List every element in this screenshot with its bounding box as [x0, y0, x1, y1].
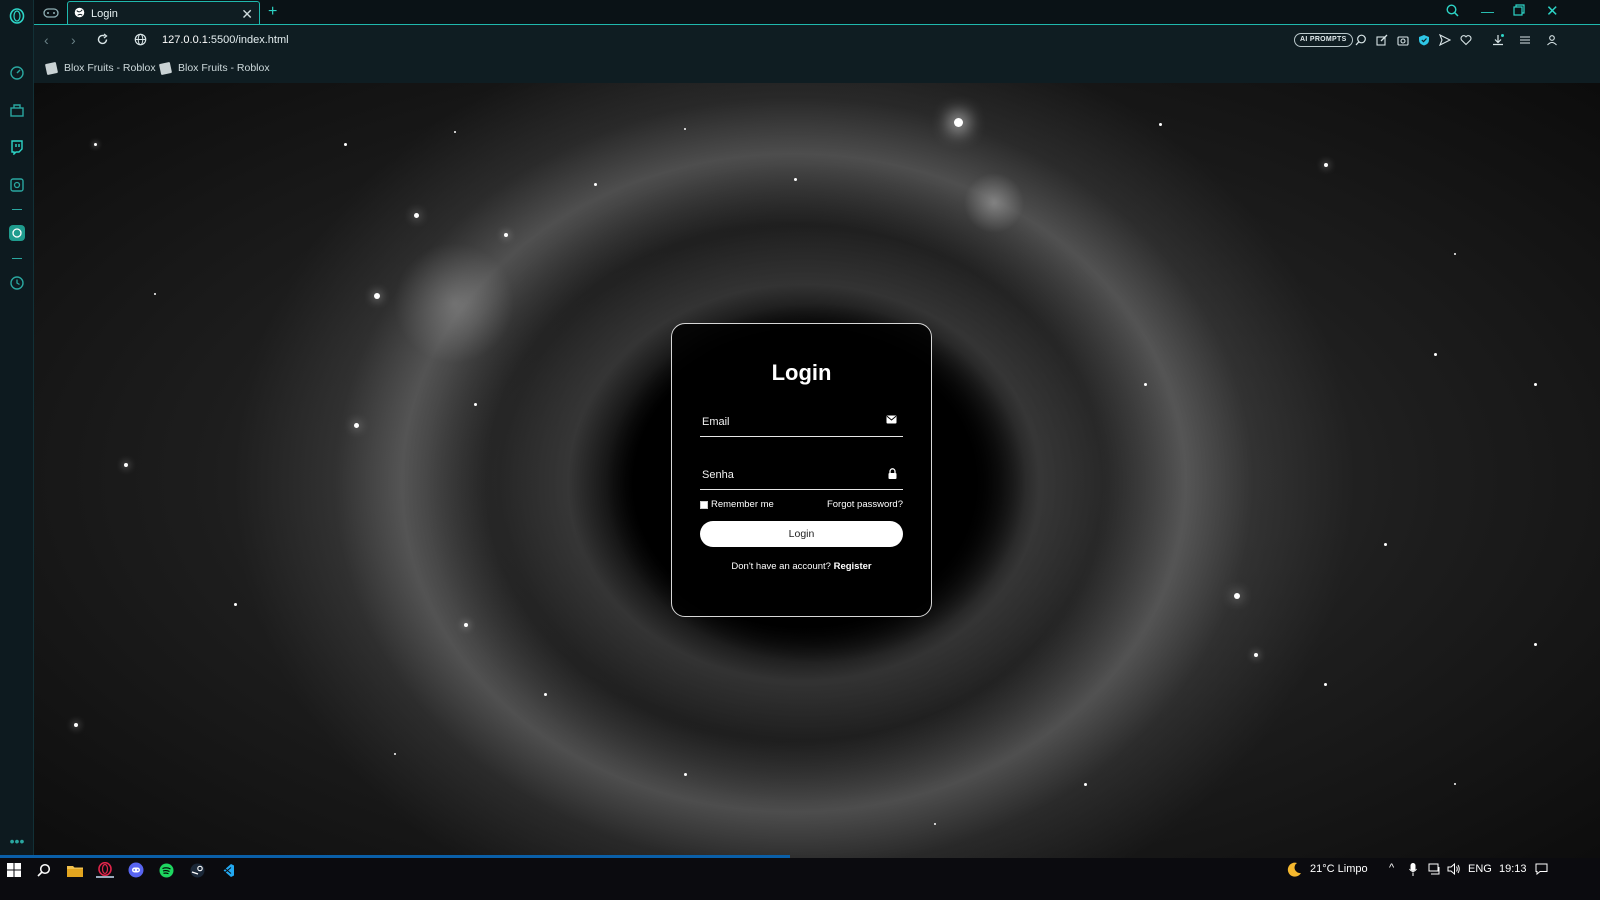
windows-taskbar: 21°C Limpo ^ ENG 19:13: [0, 858, 1600, 882]
ai-prompts-button[interactable]: AI PROMPTS: [1294, 33, 1353, 47]
globe-icon: [74, 5, 85, 23]
snapshot-icon[interactable]: [1396, 33, 1410, 47]
microphone-icon[interactable]: [1409, 863, 1417, 879]
lock-icon: [888, 468, 897, 482]
close-window-icon[interactable]: ✕: [1546, 2, 1559, 20]
opera-gx-taskbar-icon[interactable]: [96, 862, 114, 878]
login-title: Login: [771, 360, 832, 385]
send-icon[interactable]: [1438, 33, 1452, 47]
roblox-icon: [158, 61, 173, 75]
gx-control-icon[interactable]: [8, 64, 26, 82]
tab-login[interactable]: Login ✕: [67, 1, 260, 25]
restore-icon[interactable]: [1513, 4, 1525, 19]
bookmark-item[interactable]: Blox Fruits - Roblox: [44, 61, 156, 75]
gamepad-icon[interactable]: [38, 3, 64, 22]
login-options-row: Remember me Forgot password?: [700, 499, 903, 513]
clock[interactable]: 19:13: [1499, 863, 1527, 875]
browser-sidebar: •••: [0, 0, 34, 874]
email-field-wrapper: [700, 407, 903, 437]
remember-me-checkbox[interactable]: Remember me: [700, 499, 774, 510]
bookmark-item[interactable]: Blox Fruits - Roblox: [158, 61, 270, 75]
forward-icon[interactable]: ›: [71, 32, 76, 48]
language-indicator[interactable]: ENG: [1468, 863, 1492, 875]
taskbar-bottom: [0, 882, 1600, 900]
easy-setup-icon[interactable]: [1518, 33, 1532, 47]
back-icon[interactable]: ‹: [44, 32, 49, 48]
volume-icon[interactable]: [1447, 862, 1461, 878]
url-host: 127.0.0.1: [162, 34, 208, 46]
gx-corner-icon[interactable]: [8, 176, 26, 194]
url-field[interactable]: 127.0.0.1:5500/index.html: [162, 34, 289, 46]
sidebar-divider: [12, 258, 22, 259]
search-page-icon[interactable]: [1354, 33, 1368, 47]
heart-icon[interactable]: [1459, 33, 1473, 47]
roblox-icon: [44, 61, 59, 75]
tray-chevron-up-icon[interactable]: ^: [1389, 862, 1394, 874]
network-icon[interactable]: [1428, 863, 1442, 878]
sidebar-divider: [12, 209, 22, 210]
reload-icon[interactable]: [96, 33, 109, 49]
windows-start-icon[interactable]: [5, 862, 23, 878]
chatgpt-icon[interactable]: [8, 224, 26, 242]
checkbox-box[interactable]: [700, 500, 708, 509]
password-input[interactable]: [702, 464, 882, 486]
shield-icon[interactable]: [1417, 33, 1431, 47]
register-link[interactable]: Register: [834, 561, 872, 572]
search-tabs-icon[interactable]: [1446, 4, 1459, 20]
password-field-wrapper: [700, 460, 903, 490]
notifications-icon[interactable]: [1535, 863, 1548, 878]
search-icon[interactable]: [35, 862, 53, 878]
bookmark-label: Blox Fruits - Roblox: [178, 62, 270, 74]
profile-icon[interactable]: [1545, 33, 1559, 47]
email-input[interactable]: [702, 411, 882, 433]
tab-title: Login: [91, 7, 118, 20]
new-tab-icon[interactable]: +: [268, 3, 277, 21]
envelope-icon: [886, 415, 897, 427]
opera-logo-icon[interactable]: [8, 7, 26, 25]
no-account-text: Don't have an account?: [731, 561, 831, 572]
download-icon[interactable]: [1491, 33, 1505, 47]
remember-me-label: Remember me: [711, 499, 774, 510]
weather-moon-icon[interactable]: [1285, 861, 1303, 882]
vscode-icon[interactable]: [218, 862, 236, 878]
spotify-icon[interactable]: [157, 862, 175, 878]
weather-text[interactable]: 21°C Limpo: [1310, 863, 1368, 875]
login-card: Login Remember me Forgot password? Login…: [671, 323, 932, 617]
twitch-icon[interactable]: [8, 138, 26, 156]
discord-icon[interactable]: [127, 862, 145, 878]
register-prompt: Don't have an account? Register: [672, 561, 931, 572]
minimize-icon[interactable]: —: [1481, 4, 1494, 19]
url-path: :5500/index.html: [207, 34, 289, 46]
more-icon[interactable]: •••: [8, 832, 26, 850]
bookmark-label: Blox Fruits - Roblox: [64, 62, 156, 74]
address-bar: ‹ › 127.0.0.1:5500/index.html AI PROMPTS: [34, 25, 1600, 56]
history-icon[interactable]: [8, 274, 26, 292]
bookmarks-bar: Blox Fruits - Roblox Blox Fruits - Roblo…: [34, 56, 1600, 83]
close-tab-icon[interactable]: ✕: [241, 7, 253, 21]
site-info-icon[interactable]: [134, 33, 147, 49]
forgot-password-link[interactable]: Forgot password?: [827, 499, 903, 510]
login-button[interactable]: Login: [700, 521, 903, 547]
tab-strip: Login ✕ + — ✕: [34, 0, 1600, 25]
store-icon[interactable]: [8, 101, 26, 119]
steam-icon[interactable]: [188, 862, 206, 878]
file-explorer-icon[interactable]: [66, 862, 84, 878]
edit-icon[interactable]: [1375, 33, 1389, 47]
